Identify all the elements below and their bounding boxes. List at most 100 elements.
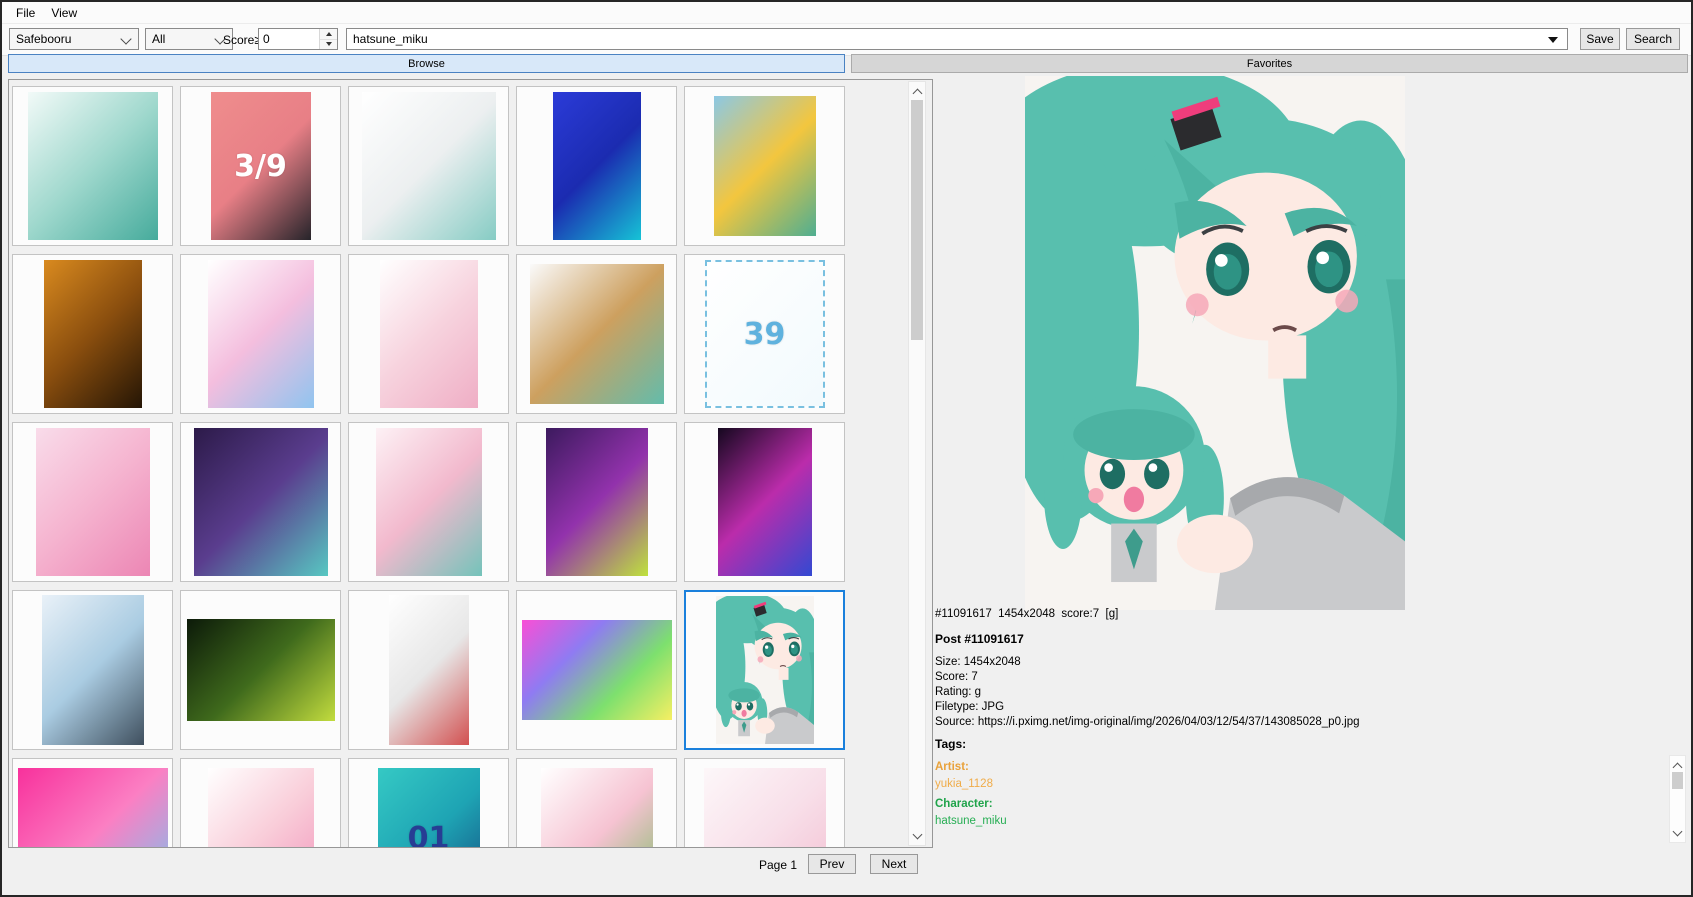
search-button[interactable]: Search <box>1626 28 1680 50</box>
tags-scrollbar[interactable] <box>1669 755 1686 843</box>
thumbnail-image <box>187 619 335 721</box>
next-button[interactable]: Next <box>870 854 918 874</box>
thumbnail-cell[interactable] <box>348 86 509 246</box>
thumbnail-cell[interactable] <box>516 590 677 750</box>
thumbnail-image <box>718 428 812 576</box>
thumbnail-image <box>704 768 826 848</box>
thumbnail-image <box>194 428 328 576</box>
thumbnail-image <box>380 260 478 408</box>
triangle-down-icon <box>326 42 332 46</box>
menu-view[interactable]: View <box>43 4 85 22</box>
page-label: Page 1 <box>759 858 797 872</box>
thumbnail-cell[interactable] <box>180 590 341 750</box>
thumbnail-cell[interactable] <box>12 86 173 246</box>
chevron-up-icon <box>1673 762 1683 772</box>
scrollbar-thumb[interactable] <box>1672 772 1683 789</box>
thumbnail-image <box>18 768 168 848</box>
thumbnail-cell[interactable] <box>348 254 509 414</box>
preview-image <box>1025 76 1405 610</box>
tag-group-label: Character: <box>935 798 1645 810</box>
grid-scrollbar[interactable] <box>908 81 926 846</box>
scroll-down-button[interactable] <box>909 828 925 844</box>
scroll-up-button[interactable] <box>909 83 925 99</box>
thumbnail-image <box>36 428 150 576</box>
thumbnail-cell[interactable] <box>516 254 677 414</box>
thumbnail-image <box>546 428 648 576</box>
thumbnail-cell[interactable] <box>180 758 341 848</box>
thumbnail-image <box>714 96 816 236</box>
post-rating: Rating: g <box>935 685 1360 700</box>
thumbnail-cell[interactable] <box>348 590 509 750</box>
tab-browse[interactable]: Browse <box>8 54 845 73</box>
thumbnail-cell[interactable] <box>12 422 173 582</box>
post-score: Score: 7 <box>935 670 1360 685</box>
menu-file[interactable]: File <box>8 4 43 22</box>
thumbnail-cell[interactable] <box>180 254 341 414</box>
thumbnail-grid: 3/9 39 01 <box>12 86 845 848</box>
browse-panel: 3/9 39 01 <box>8 79 933 848</box>
tag-item[interactable]: hatsune_miku <box>935 815 1645 827</box>
thumbnail-cell[interactable]: 3/9 <box>180 86 341 246</box>
post-title: Post #11091617 <box>935 632 1024 646</box>
tag-list: Artist: yukia_1128 Character: hatsune_miku <box>935 757 1645 835</box>
tag-item[interactable]: yukia_1128 <box>935 778 1645 790</box>
thumbnail-cell[interactable]: 01 <box>348 758 509 848</box>
search-input[interactable] <box>347 29 1547 49</box>
thumbnail-image <box>208 260 314 408</box>
thumbnail-image: 3/9 <box>211 92 311 240</box>
preview-summary: #11091617 1454x2048 score:7 [g] <box>935 608 1118 620</box>
filter-select-value: All <box>152 32 165 46</box>
site-select[interactable]: Safebooru <box>9 28 139 50</box>
thumbnail-image: 01 <box>378 768 480 848</box>
thumbnail-image <box>553 92 641 240</box>
save-button[interactable]: Save <box>1580 28 1620 50</box>
spin-down-button[interactable] <box>320 40 337 50</box>
post-size: Size: 1454x2048 <box>935 655 1360 670</box>
chevron-down-icon <box>1673 827 1683 837</box>
thumbnail-overlay-text: 39 <box>744 317 786 352</box>
thumbnail-cell[interactable] <box>348 422 509 582</box>
scroll-down-button[interactable] <box>1670 825 1685 841</box>
thumbnail-image <box>44 260 142 408</box>
search-field <box>346 28 1568 50</box>
thumbnail-image: 39 <box>705 260 825 408</box>
scroll-up-button[interactable] <box>1670 757 1685 773</box>
thumbnail-cell[interactable] <box>516 422 677 582</box>
thumbnail-cell[interactable] <box>180 422 341 582</box>
thumbnail-cell[interactable] <box>684 86 845 246</box>
thumbnail-cell[interactable] <box>516 758 677 848</box>
thumbnail-cell[interactable] <box>684 758 845 848</box>
thumbnail-image <box>208 768 314 848</box>
score-input[interactable] <box>259 29 319 49</box>
thumbnail-image <box>42 595 144 745</box>
menu-bar: File View <box>2 2 1691 23</box>
thumbnail-image <box>530 264 664 404</box>
prev-button[interactable]: Prev <box>808 854 856 874</box>
spinner-buttons <box>319 29 337 49</box>
thumbnail-image <box>376 428 482 576</box>
thumbnail-cell[interactable] <box>12 254 173 414</box>
thumbnail-cell[interactable] <box>12 758 173 848</box>
thumbnail-cell[interactable] <box>516 86 677 246</box>
toolbar: Safebooru All Score≥ Save Search <box>2 23 1691 56</box>
search-dropdown-icon[interactable] <box>1548 37 1558 43</box>
thumbnail-image <box>362 92 496 240</box>
thumbnail-image <box>541 768 653 848</box>
thumbnail-cell[interactable] <box>684 422 845 582</box>
thumbnail-image <box>522 620 672 720</box>
thumbnail-cell[interactable] <box>12 590 173 750</box>
post-filetype: Filetype: JPG <box>935 700 1360 715</box>
spin-up-button[interactable] <box>320 29 337 40</box>
thumbnail-image <box>28 92 158 240</box>
thumbnail-cell-selected[interactable] <box>684 590 845 750</box>
chevron-down-icon <box>120 33 131 44</box>
thumbnail-image <box>716 596 814 744</box>
tab-favorites[interactable]: Favorites <box>851 54 1688 73</box>
thumbnail-cell[interactable]: 39 <box>684 254 845 414</box>
scrollbar-thumb[interactable] <box>911 100 923 340</box>
tag-group-label: Artist: <box>935 761 1645 773</box>
triangle-up-icon <box>326 32 332 36</box>
filter-select[interactable]: All <box>145 28 233 50</box>
post-info: Size: 1454x2048 Score: 7 Rating: g Filet… <box>935 655 1360 730</box>
tags-header: Tags: <box>935 737 966 751</box>
